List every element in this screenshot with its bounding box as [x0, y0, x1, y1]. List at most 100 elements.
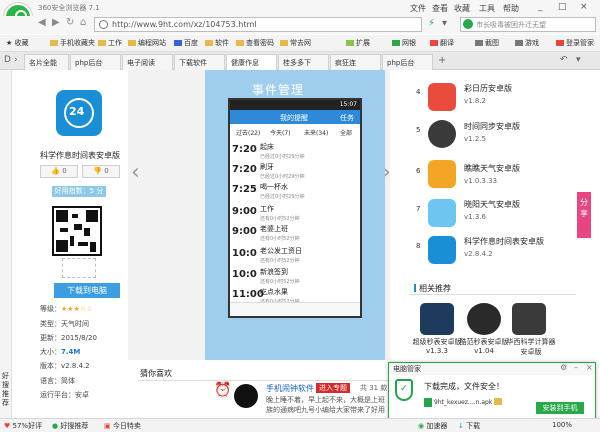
close-button[interactable]: × [580, 2, 588, 12]
calendar-app-icon[interactable] [428, 83, 456, 111]
status-download[interactable]: ↓ 下载 [458, 421, 480, 431]
rank-app-name[interactable]: 晓阳天气安卓版 [464, 199, 520, 210]
bookmark-programming[interactable]: 编程网站 [128, 38, 166, 48]
bookmark-work[interactable]: 工作 [98, 38, 122, 48]
bookmark-password[interactable]: 查看密码 [236, 38, 274, 48]
related-app-name[interactable]: 华西科学计算器安卓版 [504, 337, 558, 357]
tab-php-2[interactable]: php后台 [382, 54, 433, 70]
dropdown-icon[interactable]: ▾ [442, 18, 447, 29]
status-recommend[interactable]: ● 好搜推荐 [52, 421, 88, 431]
bookmark-mobile[interactable]: 手机收藏夹 [50, 38, 95, 48]
vote-up-button[interactable]: 👍 0 [40, 165, 78, 178]
maximize-button[interactable]: □ [558, 2, 567, 12]
bookmark-software[interactable]: 软件 [205, 38, 229, 48]
bookmark-label: 收藏 [14, 39, 29, 47]
related-app-name[interactable]: 酷范秒表安卓版v1.04 [457, 337, 511, 355]
tab-label: 健康作息 [231, 59, 259, 67]
search-engine-icon[interactable] [463, 19, 473, 29]
rank-app-name[interactable]: 科学作息时间表安卓版 [464, 236, 544, 247]
search-text[interactable]: 市长吸毒被困升迁无望 [476, 20, 546, 30]
back-icon[interactable]: ◀ [38, 17, 46, 28]
rank-app-name[interactable]: 瞧瞧天气安卓版 [464, 163, 520, 174]
install-to-phone-button[interactable]: 安装到手机 [536, 402, 584, 414]
popup-filename[interactable]: 9ht_kexuez....n.apk [434, 399, 492, 406]
refresh-icon[interactable]: ↻ [66, 17, 74, 28]
bookmark-label: 工作 [108, 39, 122, 47]
tab-crazy[interactable]: 疯狂连 [330, 54, 381, 70]
clock-app-icon[interactable] [428, 120, 456, 148]
tab-reader[interactable]: 电子阅读 [122, 54, 173, 70]
minimize-icon[interactable]: – [574, 363, 578, 372]
status-deals-label: 今日特卖 [112, 422, 141, 430]
bookmark-login[interactable]: 登录管家 [556, 38, 594, 48]
related-app-name[interactable]: 超级秒表安卓版v1.3.3 [410, 337, 464, 355]
bookmark-screenshot[interactable]: 截图 [475, 38, 499, 48]
address-url[interactable]: http://www.9ht.com/xz/104753.html [112, 20, 257, 29]
undo-icon[interactable]: ↶ [560, 55, 568, 65]
lightning-icon[interactable]: ⚡ [428, 18, 435, 29]
guess-ad-image[interactable]: ⏰ [210, 382, 262, 414]
ad-title[interactable]: 手机闹钟软件 [266, 383, 314, 394]
bookmark-extension[interactable]: 扩展 [346, 38, 370, 48]
rank-app-name[interactable]: 彩日历安卓版 [464, 83, 512, 94]
rank-app-name[interactable]: 时间同步安卓版 [464, 121, 520, 132]
menu-view[interactable]: 查看 [432, 3, 448, 14]
bookmark-translate[interactable]: 翻译 [430, 38, 454, 48]
status-accelerator[interactable]: ◉ 加速器 [418, 421, 447, 431]
home-icon[interactable]: ⌂ [80, 17, 86, 28]
bookmark-frequent[interactable]: 常去网 [280, 38, 311, 48]
schedule-app-icon[interactable] [428, 236, 456, 264]
tab-label: php后台 [387, 59, 415, 67]
download-button[interactable]: 下载到电脑 [54, 283, 120, 298]
weather-sun-app-icon[interactable] [428, 160, 456, 188]
stopwatch-round-app-icon[interactable] [467, 303, 501, 335]
row-sub: 还有0小时52分钟 [260, 216, 300, 222]
ad-topic-button[interactable]: 进入专题 [316, 383, 350, 393]
gear-icon[interactable]: ⚙ [560, 363, 567, 372]
app-name: 科学作息时间表安卓版 [40, 151, 120, 160]
new-tab-icon[interactable]: + [438, 55, 446, 66]
menu-tools[interactable]: 工具 [479, 3, 495, 14]
minimize-button[interactable]: _ [538, 2, 543, 12]
vote-down-button[interactable]: 👎 0 [82, 165, 120, 178]
bookmark-label: 常去网 [290, 39, 311, 47]
tab-list-icon[interactable]: D [4, 55, 11, 65]
app-icon: 24 [56, 90, 102, 136]
shield-icon [392, 40, 400, 46]
menu-favorites[interactable]: 收藏 [454, 3, 470, 14]
share-button[interactable]: 分享 [577, 192, 591, 238]
tab-gui[interactable]: 桂多多下 [278, 54, 329, 70]
row-title: 老婆上班 [260, 225, 288, 233]
status-zoom[interactable]: 100% [552, 421, 572, 429]
status-rating-label: 57%好评 [12, 422, 43, 430]
menu-file[interactable]: 文件 [410, 3, 426, 14]
sidebar-recommend-label[interactable]: 好搜推荐 [2, 372, 11, 408]
forward-icon[interactable]: ▶ [52, 17, 60, 28]
menu-help[interactable]: 帮助 [503, 3, 519, 14]
tab-download[interactable]: 下载软件 [174, 54, 225, 70]
bookmark-favorites[interactable]: ★ 收藏 [6, 38, 29, 48]
bookmark-bank[interactable]: 网银 [392, 38, 416, 48]
tab-scroll-icon[interactable]: › [14, 55, 18, 65]
folder-icon [280, 40, 288, 46]
info-type: 类型：天气时间 [40, 320, 89, 328]
phone-header-task: 任务 [340, 114, 354, 122]
rank-app-version: v1.3.6 [464, 213, 486, 221]
stopwatch-app-icon[interactable] [420, 303, 454, 335]
status-rating[interactable]: ♥ 57%好评 [4, 421, 42, 431]
bookmark-baidu[interactable]: 百度 [174, 38, 198, 48]
status-deals[interactable]: ▣ 今日特卖 [104, 421, 141, 431]
carousel-prev-icon[interactable]: ‹ [131, 160, 140, 185]
tab-menu-icon[interactable]: ▾ [576, 55, 581, 65]
calculator-app-icon[interactable] [512, 303, 546, 335]
weather-cloud-app-icon[interactable] [428, 199, 456, 227]
folder-icon[interactable] [494, 398, 502, 405]
bookmark-games[interactable]: 游戏 [515, 38, 539, 48]
row-title: 工作 [260, 205, 274, 213]
tab-health[interactable]: 健康作息 [226, 54, 277, 70]
popup-message: 下载完成，文件安全！ [424, 382, 504, 391]
close-icon[interactable]: × [586, 363, 593, 372]
tab-card[interactable]: 名片全能 [24, 54, 69, 70]
tab-php-1[interactable]: php后台 [70, 54, 121, 70]
tab-label: 桂多多下 [283, 59, 311, 67]
